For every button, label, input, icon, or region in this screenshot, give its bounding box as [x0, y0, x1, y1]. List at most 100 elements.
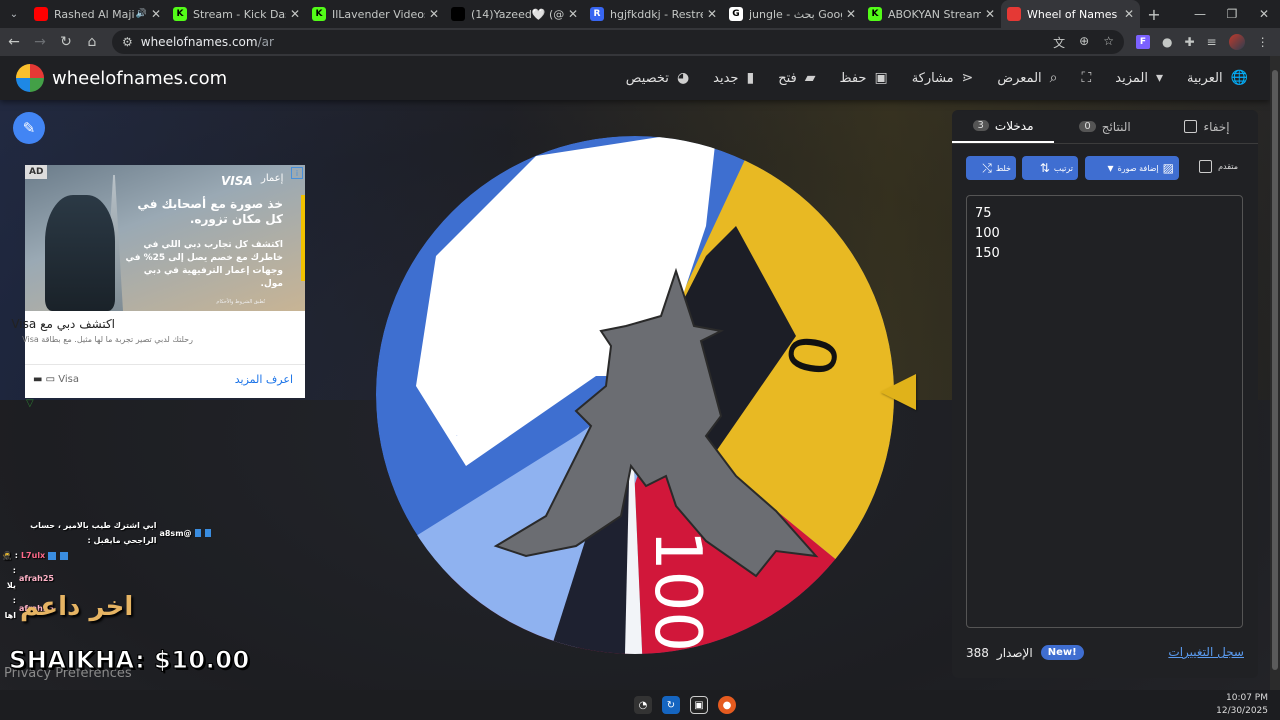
tab-title: jungle - بحث Google [749, 7, 842, 21]
ad-accent-bar [301, 195, 305, 281]
ad-cta-link[interactable]: اعرف المزيد [235, 373, 293, 386]
entries-panel: مدخلات 3 النتائج 0 إخفاء خلط ⤭ ترتيب ⇅ ▨ إضاف… [952, 110, 1258, 678]
last-supporter-label: اخر داعم [20, 592, 134, 622]
site-info-icon[interactable]: ⚙ [122, 35, 133, 49]
changelog-link[interactable]: سجل التغييرات [1168, 645, 1244, 659]
header-menu-item[interactable]: 🌐 العربية [1187, 70, 1248, 86]
translate-icon[interactable]: 文 [1053, 34, 1065, 51]
site-logo[interactable] [16, 64, 44, 92]
advanced-toggle[interactable]: متقدم [1199, 160, 1238, 173]
ad-terms: تُطبق الشروط والأحكام [216, 299, 265, 305]
header-menu-item[interactable]: ⌕ المعرض [997, 70, 1057, 86]
header-menu-label: مشاركة [911, 70, 954, 86]
sort-button[interactable]: ترتيب ⇅ [1022, 156, 1078, 180]
extension-f-icon[interactable]: F [1136, 35, 1150, 49]
restore-button[interactable]: ❐ [1216, 0, 1248, 28]
page-scrollbar[interactable] [1270, 56, 1280, 690]
add-image-button[interactable]: ▨ إضافة صورة ▾ [1085, 156, 1179, 180]
tab-close-icon[interactable]: ✕ [568, 7, 578, 21]
advertisement[interactable]: VISA إعمار خذ صورة مع أصحابك في كل مكان … [11, 165, 305, 398]
edit-pencil-button[interactable]: ✎ [13, 112, 45, 144]
firefox-icon[interactable]: ● [718, 696, 736, 714]
tab-search-button[interactable]: ⌄ [0, 0, 28, 28]
forward-button[interactable]: → [28, 34, 52, 50]
tab-close-icon[interactable]: ✕ [151, 7, 161, 21]
K-icon: K [173, 7, 187, 21]
wheel-pointer [880, 374, 916, 410]
tab-entries[interactable]: مدخلات 3 [952, 110, 1054, 143]
entry-line: 100 [975, 226, 1000, 241]
browser-menu-icon[interactable]: ⋮ [1257, 35, 1269, 49]
ad-description: رحلتك لدبي تصير تجربة ما لها مثيل. مع بط… [22, 335, 193, 344]
shuffle-button[interactable]: خلط ⤭ [966, 156, 1016, 180]
tab-close-icon[interactable]: ✕ [290, 7, 300, 21]
spinning-wheel[interactable]: 0 100 75 [376, 136, 894, 654]
new-tab-button[interactable]: + [1140, 5, 1168, 24]
minimize-button[interactable]: — [1184, 0, 1216, 28]
header-menu-label: المزيد [1115, 70, 1148, 86]
tab-close-icon[interactable]: ✕ [1124, 7, 1134, 21]
home-button[interactable]: ⌂ [80, 34, 104, 50]
close-window-button[interactable]: ✕ [1248, 0, 1280, 28]
browser-tab[interactable]: Rhgjfkddkj - Restream ✕ [584, 0, 723, 28]
adchoices-icon[interactable]: ▽ [26, 398, 34, 409]
reload-button[interactable]: ↻ [54, 34, 78, 50]
chat-message: @a8sm ابي اشترك طيب بالامير ، حساب الراجح… [2, 518, 212, 548]
header-menu-item[interactable]: ▾ المزيد [1115, 70, 1163, 86]
hide-checkbox[interactable] [1184, 120, 1198, 133]
pencil-icon: ✎ [22, 119, 36, 137]
browser-tab[interactable]: Gjungle - بحث Google ✕ [723, 0, 862, 28]
extensions-puzzle-icon[interactable]: ✚ [1184, 35, 1194, 49]
browser-tab[interactable]: K Stream - Kick Dashboard ✕ [167, 0, 306, 28]
ad-title[interactable]: اكتشف دبي مع Visa [11, 317, 115, 331]
browser-tab[interactable]: Rashed Al Majid - Be🔊 ✕ [28, 0, 167, 28]
browser-tab[interactable]: K ABOKYAN Stream - Watc ✕ [862, 0, 1001, 28]
caret-down-icon: ▾ [1156, 70, 1164, 86]
ad-info-icon[interactable]: i [291, 167, 303, 179]
browser-tab[interactable]: Wheel of Names | عشوائي ✕ [1001, 0, 1140, 28]
header-menu-item[interactable]: ⛶ [1081, 70, 1091, 86]
profile-avatar[interactable] [1228, 34, 1245, 50]
back-button[interactable]: ← [2, 34, 26, 50]
entries-textarea[interactable]: 75 100 150 [966, 195, 1243, 628]
site-name[interactable]: wheelofnames.com [52, 68, 227, 89]
tab-close-icon[interactable]: ✕ [846, 7, 856, 21]
header-menu-item[interactable]: ▣ حفظ [840, 70, 888, 86]
tab-close-icon[interactable]: ✕ [429, 7, 439, 21]
zoom-icon[interactable]: ⊕ [1079, 34, 1089, 51]
tab-title: IlLavender Videos - Watc [332, 7, 425, 21]
tiktok-icon [451, 7, 465, 21]
tab-title: ABOKYAN Stream - Watc [888, 7, 981, 21]
G-icon: G [729, 7, 743, 21]
caret-down-icon: ▾ [1107, 161, 1114, 175]
header-menu-item[interactable]: ▰ فتح [778, 70, 815, 86]
header-menu-label: حفظ [839, 70, 867, 86]
taskbar-app-icon[interactable]: ▣ [690, 696, 708, 714]
hide-toggle[interactable]: إخفاء [1156, 110, 1258, 143]
taskbar-app-icon[interactable]: ↻ [662, 696, 680, 714]
header-menu-item[interactable]: ▮ جديد [713, 70, 754, 86]
tab-close-icon[interactable]: ✕ [985, 7, 995, 21]
scrollbar-thumb[interactable] [1272, 70, 1278, 670]
ad-subtext: اكتشف كل تجارب دبي اللي في خاطرك مع خصم … [125, 240, 283, 289]
reading-list-icon[interactable]: ≡ [1207, 35, 1217, 49]
advanced-checkbox[interactable] [1199, 160, 1213, 173]
last-donation: SHAIKHA: $10.00 [9, 646, 250, 675]
audio-icon[interactable]: 🔊 [136, 9, 147, 19]
taskbar-app-icon[interactable]: ◔ [634, 696, 652, 714]
header-menu-item[interactable]: ◕ تخصيص [626, 70, 689, 86]
header-menu-item[interactable]: ⋖ مشاركة [912, 70, 974, 86]
bookmark-star-icon[interactable]: ☆ [1103, 34, 1114, 51]
tab-close-icon[interactable]: ✕ [707, 7, 717, 21]
taskbar: ◔ ↻ ▣ ● 10:07 PM 12/30/2025 [0, 690, 1280, 720]
url-input[interactable]: ⚙ wheelofnames.com/ar 文 ⊕ ☆ [112, 30, 1124, 54]
entries-toolbar: خلط ⤭ ترتيب ⇅ ▨ إضافة صورة ▾ متقدم [966, 156, 1246, 180]
browser-tab[interactable]: (14)Yazeed🤍 (@a8sm1) | ✕ [445, 0, 584, 28]
system-clock[interactable]: 10:07 PM 12/30/2025 [1216, 692, 1268, 718]
ad-image[interactable]: VISA إعمار خذ صورة مع أصحابك في كل مكان … [25, 165, 305, 311]
tab-results[interactable]: النتائج 0 [1054, 110, 1156, 143]
url-host: wheelofnames.com [140, 35, 258, 49]
browser-tab[interactable]: K IlLavender Videos - Watc ✕ [306, 0, 445, 28]
extension-cookie-icon[interactable]: ● [1162, 35, 1172, 49]
clock-date: 12/30/2025 [1216, 706, 1268, 716]
